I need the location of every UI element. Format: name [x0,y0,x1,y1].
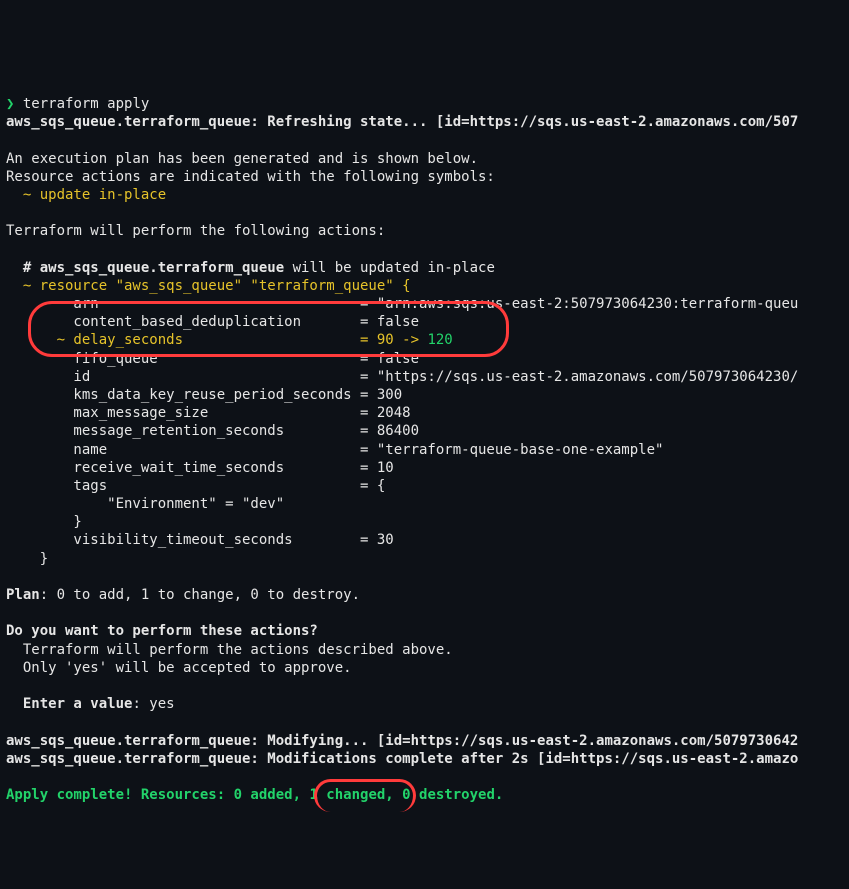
attr-tags-close: } [6,514,82,530]
intro-line-1: An execution plan has been generated and… [6,151,478,167]
refresh-line: aws_sqs_queue.terraform_queue: Refreshin… [6,114,798,130]
attr-tags: tags = { [6,478,385,494]
attr-fifo: fifo_queue = false [6,351,419,367]
prompt-char: ❯ [6,96,14,112]
perform-line: Terraform will perform the following act… [6,223,385,239]
resource-open: ~ resource "aws_sqs_queue" "terraform_qu… [6,278,411,294]
apply-complete: Apply complete! Resources: 0 added, 1 ch… [6,787,503,803]
confirm-line-2: Only 'yes' will be accepted to approve. [6,660,352,676]
attr-arn: arn = "arn:aws:sqs:us-east-2:50797306423… [6,296,798,312]
resource-close: } [6,551,48,567]
symbol-update: ~ update in-place [6,187,166,203]
terminal-window: ❯ terraform apply aws_sqs_queue.terrafor… [0,73,849,816]
attr-retention: message_retention_seconds = 86400 [6,423,419,439]
command: terraform apply [23,96,149,112]
attr-name: name = "terraform-queue-base-one-example… [6,442,663,458]
attr-content-dedup: content_based_deduplication = false [6,314,419,330]
enter-value-input[interactable]: : yes [132,696,174,712]
intro-line-2: Resource actions are indicated with the … [6,169,495,185]
modifying-line: aws_sqs_queue.terraform_queue: Modifying… [6,733,798,749]
enter-value-label: Enter a value [6,696,132,712]
modified-line: aws_sqs_queue.terraform_queue: Modificat… [6,751,798,767]
attr-kms: kms_data_key_reuse_period_seconds = 300 [6,387,402,403]
confirm-line-1: Terraform will perform the actions descr… [6,642,453,658]
confirm-question: Do you want to perform these actions? [6,623,318,639]
attr-id: id = "https://sqs.us-east-2.amazonaws.co… [6,369,798,385]
attr-tags-inner: "Environment" = "dev" [6,496,284,512]
attr-visibility: visibility_timeout_seconds = 30 [6,532,394,548]
attr-delay-seconds: ~ delay_seconds = 90 -> 120 [6,332,453,348]
attr-max-msg: max_message_size = 2048 [6,405,411,421]
resource-header: # aws_sqs_queue.terraform_queue [6,260,284,276]
attr-receive-wait: receive_wait_time_seconds = 10 [6,460,394,476]
plan-line: Plan: 0 to add, 1 to change, 0 to destro… [6,587,360,603]
